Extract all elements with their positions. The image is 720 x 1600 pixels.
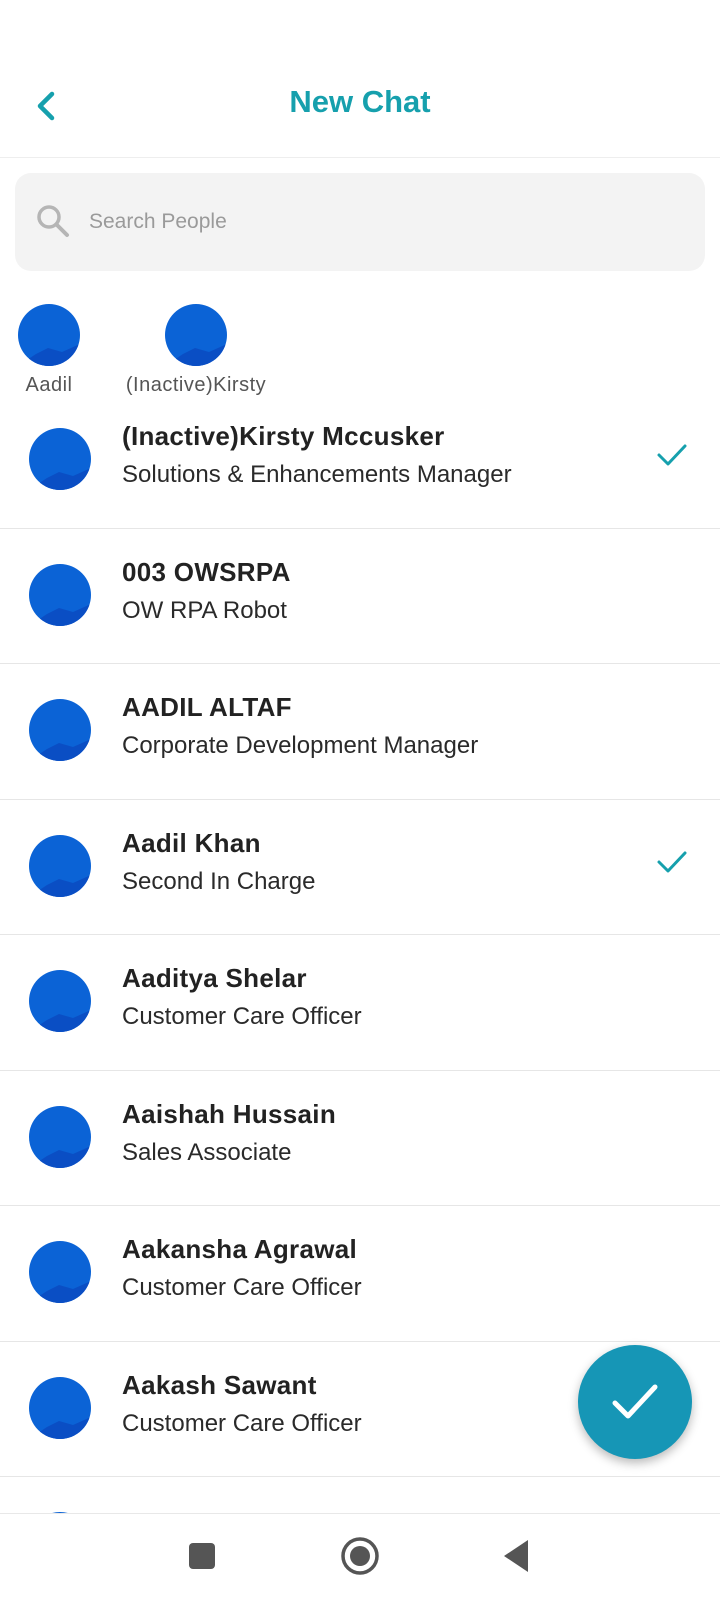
contact-role: OW RPA Robot: [122, 596, 287, 624]
contact-row[interactable]: 003 OWSRPA OW RPA Robot: [0, 529, 720, 664]
avatar: [29, 563, 91, 626]
contact-name: (Inactive)Kirsty Mccusker: [122, 421, 445, 451]
contact-list: (Inactive)Kirsty Mccusker Solutions & En…: [0, 393, 720, 1513]
contact-name: 003 OWSRPA: [122, 556, 291, 587]
contact-name: Aadil Khan: [122, 827, 261, 858]
contact-row[interactable]: Aadil Khan Second In Charge: [0, 800, 720, 935]
back-icon: [504, 1540, 528, 1572]
home-button[interactable]: [338, 1534, 382, 1578]
contact-row[interactable]: Aaditya Shelar Customer Care Officer: [0, 935, 720, 1071]
contact-role: Corporate Development Manager: [122, 732, 479, 759]
selected-chip-kirsty[interactable]: (Inactive)Kirsty: [116, 304, 276, 400]
avatar: [29, 1376, 91, 1439]
search-icon: [37, 205, 69, 237]
checkmark-icon: [612, 1384, 658, 1419]
selected-chip-aadil[interactable]: Aadil: [0, 304, 129, 400]
contact-role: Customer Care Officer: [122, 1409, 362, 1437]
recents-icon: [189, 1543, 215, 1569]
contact-row[interactable]: Aakansha Agrawal Customer Care Officer: [0, 1206, 720, 1342]
contact-row[interactable]: Aaishah Hussain Sales Associate: [0, 1071, 720, 1206]
recents-button[interactable]: [180, 1534, 224, 1578]
avatar: [29, 428, 91, 490]
avatar: [29, 1105, 91, 1168]
contact-role: Sales Associate: [122, 1138, 292, 1166]
contact-row-partial[interactable]: [0, 1477, 720, 1513]
avatar: [29, 699, 91, 761]
avatar: [18, 304, 80, 366]
contact-row[interactable]: (Inactive)Kirsty Mccusker Solutions & En…: [0, 393, 720, 529]
app-header: New Chat: [0, 0, 720, 158]
search-bar[interactable]: [15, 173, 705, 271]
checkmark-icon: [657, 851, 687, 872]
home-icon: [341, 1537, 379, 1575]
contact-name: Aaditya Shelar: [122, 963, 307, 993]
system-nav-bar: [0, 1513, 720, 1600]
search-input[interactable]: [89, 200, 669, 244]
contact-role: Second In Charge: [122, 867, 316, 895]
system-back-button[interactable]: [496, 1534, 540, 1578]
confirm-selection-button[interactable]: [578, 1345, 692, 1459]
contact-name: Aakash Sawant: [122, 1369, 317, 1400]
contact-role: Customer Care Officer: [122, 1274, 362, 1301]
contact-name: Aaishah Hussain: [122, 1098, 337, 1129]
contact-role: Solutions & Enhancements Manager: [122, 461, 512, 488]
checkmark-icon: [657, 444, 687, 466]
contact-role: Customer Care Officer: [122, 1003, 362, 1030]
page-title: New Chat: [289, 84, 431, 119]
avatar: [29, 970, 91, 1032]
contact-name: AADIL ALTAF: [122, 692, 292, 722]
selected-people-strip: Aadil (Inactive)Kirsty: [0, 300, 720, 400]
contact-row[interactable]: AADIL ALTAF Corporate Development Manage…: [0, 664, 720, 800]
avatar: [29, 834, 91, 897]
contact-name: Aakansha Agrawal: [122, 1234, 358, 1264]
avatar: [29, 1241, 91, 1303]
avatar: [165, 304, 227, 366]
